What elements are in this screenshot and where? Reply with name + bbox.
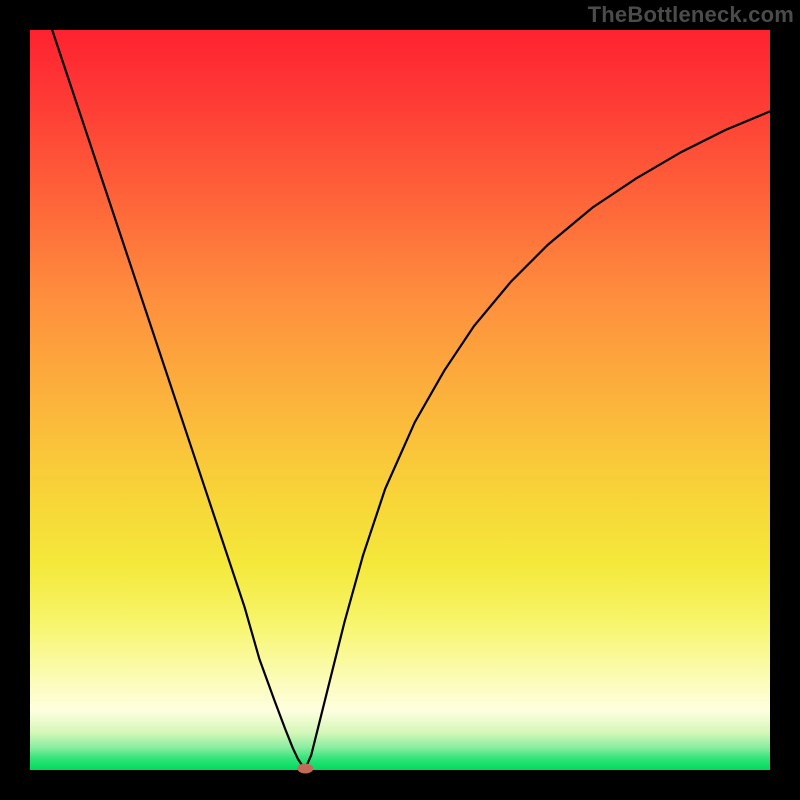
optimum-marker <box>297 764 313 774</box>
bottleneck-curve-right <box>305 111 770 768</box>
chart-frame: TheBottleneck.com <box>0 0 800 800</box>
bottleneck-curve-left <box>52 30 305 769</box>
curve-svg <box>30 30 770 770</box>
plot-area <box>30 30 770 770</box>
watermark-text: TheBottleneck.com <box>588 2 794 28</box>
